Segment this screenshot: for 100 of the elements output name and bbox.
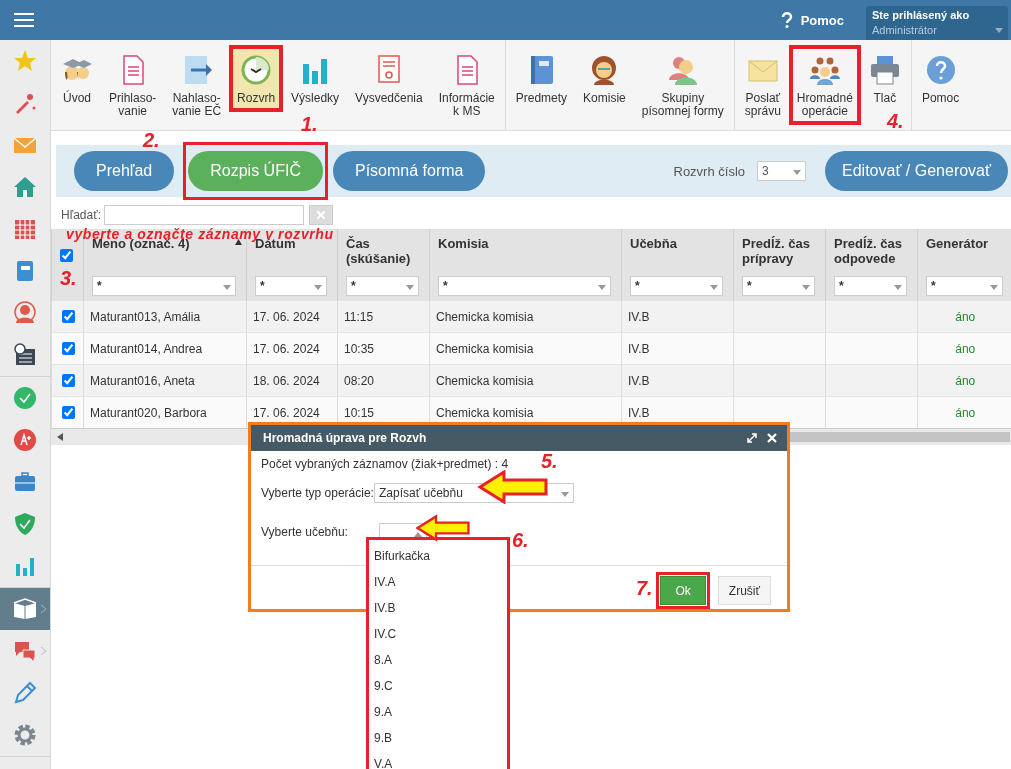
toolbar-label: Informácie k MS [438, 92, 495, 118]
field-label: Vyberte učebňu: [261, 525, 349, 539]
filter-select[interactable]: * [438, 276, 611, 296]
dropdown-option[interactable]: IV.A [369, 569, 507, 595]
expand-icon[interactable] [747, 433, 757, 443]
dropdown-option[interactable]: Bifurkačka [369, 543, 507, 569]
dropdown-option[interactable]: IV.C [369, 621, 507, 647]
toolbar-item[interactable]: Rozvrh [229, 45, 284, 112]
close-icon[interactable] [767, 433, 777, 443]
dropdown-option[interactable]: 9.C [369, 673, 507, 699]
toolbar-item[interactable]: Predmety [507, 45, 576, 112]
filter-select[interactable]: * [346, 276, 419, 296]
help-icon [924, 54, 957, 86]
edit-generate-button[interactable]: Editovať / Generovať [825, 151, 1008, 191]
table-cell: Maturant014, Andrea [83, 332, 247, 365]
table-cell: Maturant020, Barbora [83, 396, 247, 428]
filter-select[interactable]: * [92, 276, 236, 296]
user-menu[interactable]: Ste prihlásený ako Administrátor [866, 6, 1008, 40]
toolbar-item[interactable]: Prihlaso- vanie [101, 45, 165, 125]
caret-icon [802, 285, 810, 290]
tab[interactable]: Písomná forma [332, 151, 486, 191]
column-header[interactable]: Učebňa [630, 236, 677, 251]
column-header[interactable]: Komisia [438, 236, 489, 251]
selected-count-text: Počet vybraných záznamov (žiak+predmet) : 4 [261, 457, 509, 471]
field-label: Vyberte typ operácie: [261, 486, 374, 500]
filter-select[interactable]: * [834, 276, 907, 296]
filter-select[interactable]: * [255, 276, 327, 296]
toolbar-item[interactable]: Komisie [575, 45, 634, 112]
dropdown-option[interactable]: 8.A [369, 647, 507, 673]
table-cell: Maturant013, Amália [83, 300, 247, 333]
caret-icon [710, 285, 718, 290]
user-name: Administrátor [872, 24, 937, 36]
step-number: 5. [541, 451, 558, 471]
person-icon [13, 301, 37, 325]
table-cell: IV.B [621, 300, 734, 333]
step-number: 1. [301, 114, 318, 134]
row-checkbox[interactable] [62, 374, 75, 387]
dropdown-option[interactable]: V.A [369, 751, 507, 769]
toolbar-label: Komisie [583, 92, 626, 105]
sidebar-item[interactable] [0, 588, 50, 630]
help-icon [780, 12, 793, 28]
help-link[interactable]: Pomoc [780, 12, 844, 28]
select-all-checkbox[interactable] [60, 249, 73, 262]
chevron-icon [41, 605, 46, 613]
caret-icon [561, 492, 569, 497]
printer-icon [868, 54, 901, 86]
star-icon [13, 49, 37, 73]
schedule-number-label: Rozvrh číslo [673, 163, 746, 179]
chevron-icon [41, 647, 46, 655]
pencil-icon [13, 681, 37, 705]
toolbar-label: Úvod [63, 92, 91, 105]
people-icon [666, 54, 699, 86]
shield-icon [13, 512, 37, 536]
toolbar-item[interactable]: Úvod [53, 45, 101, 112]
search-field[interactable] [104, 205, 305, 225]
toolbar-label: Výsledky [291, 92, 340, 105]
search-label: Hľadať: [61, 208, 102, 222]
toolbar-item[interactable]: Vysvedčenia [347, 45, 431, 112]
toolbar-item[interactable]: Výsledky [283, 45, 348, 112]
row-checkbox[interactable] [62, 342, 75, 355]
toolbar-item[interactable]: Poslať správu [736, 45, 789, 125]
table-cell: Chemicka komisia [429, 364, 622, 397]
column-header[interactable]: Predĺž. čas prípravy [742, 236, 810, 266]
tab[interactable]: Prehľad [74, 151, 175, 191]
table-cell: 11:15 [337, 300, 430, 333]
toolbar-item[interactable]: Pomoc [913, 45, 968, 112]
caret-icon [894, 285, 902, 290]
scroll-left-icon[interactable] [57, 433, 63, 441]
row-checkbox[interactable] [62, 310, 75, 323]
table-cell: Chemicka komisia [429, 332, 622, 365]
table-cell: áno [917, 332, 1011, 365]
toolbar-item[interactable]: Nahlaso- vanie EČ [164, 45, 230, 125]
toolbar-label: Vysvedčenia [355, 92, 423, 105]
column-header[interactable]: Čas (skúšanie) [346, 236, 411, 266]
row-checkbox[interactable] [62, 406, 75, 419]
clock-icon [240, 54, 273, 86]
toolbar-label: Predmety [515, 92, 568, 105]
dropdown-option[interactable]: 9.B [369, 725, 507, 751]
column-header[interactable]: Generátor [926, 236, 989, 251]
check-badge-icon [13, 386, 37, 410]
pointer-arrow [477, 470, 549, 504]
cancel-button[interactable]: Zrušiť [717, 576, 771, 605]
dropdown-option[interactable]: 9.A [369, 699, 507, 725]
column-header[interactable]: Predĺž. čas odpovede [834, 236, 902, 266]
filter-select[interactable]: * [742, 276, 815, 296]
toolbar-item[interactable]: Tlač [860, 45, 909, 112]
table-cell: 17. 06. 2024 [246, 332, 338, 365]
table-cell: IV.B [621, 364, 734, 397]
menu-icon[interactable] [14, 12, 34, 28]
dropdown-option[interactable]: IV.B [369, 595, 507, 621]
calendar-clock-icon [13, 343, 37, 367]
toolbar-item[interactable]: Hromadné operácie [788, 45, 861, 125]
filter-select[interactable]: * [630, 276, 723, 296]
step-number: 4. [887, 111, 904, 131]
toolbar-item[interactable]: Skupiny písomnej formy [633, 45, 732, 125]
filter-select[interactable]: * [926, 276, 1003, 296]
chat-icon [13, 639, 37, 663]
user-caption: Ste prihlásený ako [872, 9, 971, 21]
toolbar-item[interactable]: Informácie k MS [430, 45, 503, 125]
schedule-number-select[interactable]: 3 [757, 161, 807, 181]
